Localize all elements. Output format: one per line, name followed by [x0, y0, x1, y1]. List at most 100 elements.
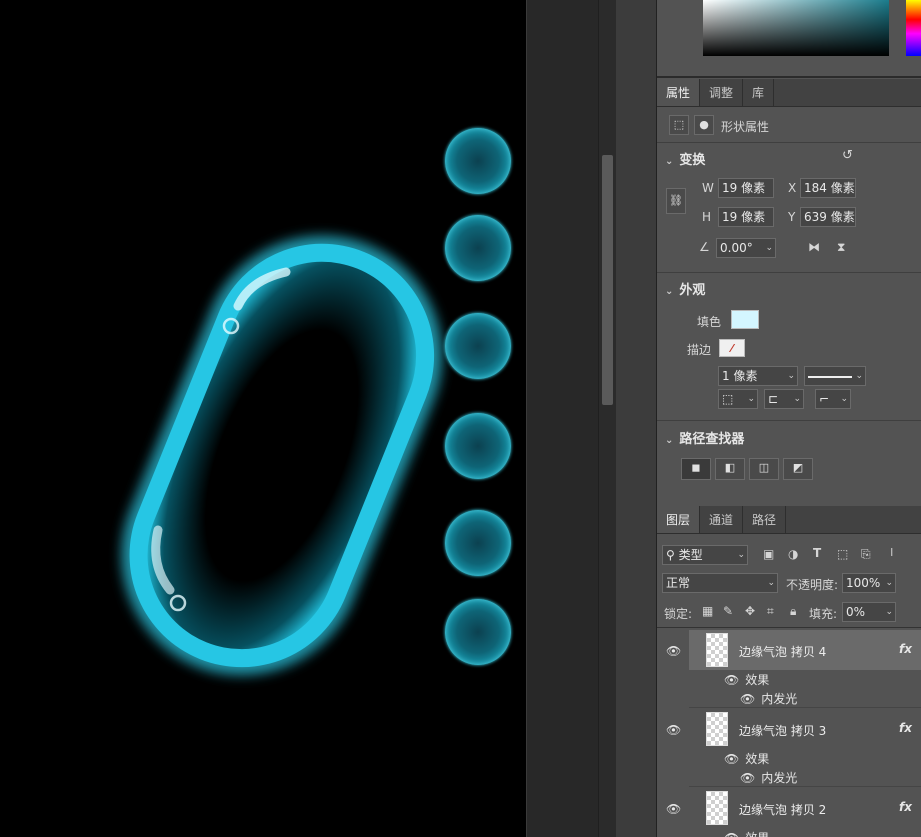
stroke-width-input[interactable]: 1 像素 ⌄: [718, 366, 798, 386]
filter-toggle-icon[interactable]: ⏽: [887, 545, 897, 560]
angle-icon: ∠: [699, 240, 710, 254]
eye-icon[interactable]: 👁︎: [724, 752, 739, 766]
appearance-title: 外观: [679, 283, 706, 298]
chevron-down-icon: ⌄: [885, 578, 893, 588]
appearance-section-header[interactable]: ⌄ 外观: [665, 279, 705, 298]
chevron-down-icon: ⌄: [855, 371, 863, 381]
effects-row[interactable]: 👁︎效果: [724, 671, 769, 688]
lock-transparent-icon[interactable]: ▦: [702, 604, 713, 618]
layer-fill-input[interactable]: 0% ⌄: [842, 602, 896, 622]
x-label: X: [788, 181, 797, 195]
layer-fill-label: 填充:: [809, 607, 838, 621]
eye-icon[interactable]: 👁︎: [724, 831, 739, 837]
flip-horizontal-icon[interactable]: ⧓: [808, 240, 820, 254]
eye-icon[interactable]: 👁︎: [724, 673, 739, 687]
y-label: Y: [788, 210, 796, 224]
layer-row[interactable]: 👁︎ 边缘气泡 拷贝 3 fx 👁︎ 效果 👁︎ 内发光: [657, 709, 921, 787]
opacity-input[interactable]: 100% ⌄: [842, 573, 896, 593]
bubble-dot-3: [445, 313, 511, 379]
chevron-down-icon: ⌄: [840, 394, 848, 404]
stroke-cap-select[interactable]: ⊏ ⌄: [764, 389, 804, 409]
pathfinder-section-header[interactable]: ⌄ 路径查找器: [665, 428, 744, 447]
angle-input[interactable]: 0.00° ⌄: [716, 238, 776, 258]
filter-pixel-icon[interactable]: ▣: [763, 547, 774, 561]
layer-row[interactable]: 👁︎ 边缘气泡 拷贝 4 fx 👁︎ 效果 👁︎ 内发光: [657, 630, 921, 708]
lock-all-icon[interactable]: 🔒︎: [790, 604, 796, 619]
layers-tab-bar: 图层 通道 路径: [657, 506, 921, 534]
layer-thumbnail: [706, 791, 728, 825]
reset-icon[interactable]: ↺: [842, 148, 853, 163]
mask-icon[interactable]: ●: [694, 115, 714, 135]
tab-paths[interactable]: 路径: [743, 506, 787, 533]
tab-channels[interactable]: 通道: [700, 506, 744, 533]
stroke-style-select[interactable]: ⌄: [804, 366, 866, 386]
bubble-dot-2: [445, 215, 511, 281]
chevron-down-icon: ⌄: [665, 286, 674, 297]
transform-bounds-icon[interactable]: ⬚: [669, 115, 689, 135]
subtract-front-icon[interactable]: ◧: [715, 458, 745, 480]
pathfinder-title: 路径查找器: [679, 432, 745, 447]
filter-shape-icon[interactable]: ⬚: [837, 547, 848, 561]
chevron-down-icon: ⌄: [737, 550, 745, 560]
eye-icon[interactable]: 👁︎: [666, 644, 681, 658]
fill-swatch[interactable]: [731, 310, 759, 329]
tab-adjustments[interactable]: 调整: [700, 79, 744, 106]
y-input[interactable]: 639 像素: [800, 207, 856, 227]
effects-row[interactable]: 👁︎效果: [724, 829, 769, 837]
shape-properties-label: 形状属性: [721, 120, 770, 134]
chevron-down-icon: ⌄: [787, 371, 795, 381]
width-input[interactable]: 19 像素: [718, 178, 774, 198]
filter-adjustment-icon[interactable]: ◑: [788, 547, 798, 561]
tab-properties[interactable]: 属性: [657, 79, 701, 106]
filter-type-icon[interactable]: T: [813, 546, 821, 560]
chevron-down-icon: ⌄: [665, 156, 674, 167]
lock-label: 锁定:: [664, 607, 693, 621]
transform-section-header[interactable]: ⌄ 变换: [665, 149, 705, 168]
fx-icon[interactable]: fx: [899, 642, 912, 656]
layer-name[interactable]: 边缘气泡 拷贝 3: [739, 722, 826, 739]
fx-icon[interactable]: fx: [899, 721, 912, 735]
blend-mode-select[interactable]: 正常 ⌄: [662, 573, 778, 593]
inner-glow-effect-row[interactable]: 👁︎ 内发光: [740, 769, 797, 786]
layer-filter-select[interactable]: ⚲ 类型 ⌄: [662, 545, 748, 565]
panel-gutter: [616, 0, 657, 837]
tab-libraries[interactable]: 库: [743, 79, 775, 106]
color-field[interactable]: [703, 0, 889, 56]
x-input[interactable]: 184 像素: [800, 178, 856, 198]
width-label: W: [702, 181, 714, 195]
layer-row[interactable]: 👁︎ 边缘气泡 拷贝 2 fx 👁︎效果: [657, 788, 921, 837]
lock-artboard-icon[interactable]: ⌗: [767, 604, 774, 619]
scrollbar-thumb[interactable]: [602, 155, 613, 405]
chevron-down-icon: ⌄: [793, 394, 801, 404]
eye-icon[interactable]: 👁︎: [740, 692, 755, 706]
document-canvas[interactable]: [0, 0, 527, 837]
capsule-bubble-artwork: [121, 235, 443, 676]
effects-row[interactable]: 👁︎效果: [724, 750, 769, 767]
layer-name[interactable]: 边缘气泡 拷贝 4: [739, 643, 826, 660]
bubble-dot-4: [445, 413, 511, 479]
lock-brush-icon[interactable]: ✎: [723, 604, 733, 618]
exclude-overlap-icon[interactable]: ◩: [783, 458, 813, 480]
hue-slider[interactable]: [906, 0, 921, 56]
fx-icon[interactable]: fx: [899, 800, 912, 814]
link-dimensions-icon[interactable]: ⛓: [666, 188, 686, 214]
eye-icon[interactable]: 👁︎: [666, 802, 681, 816]
layer-thumbnail: [706, 712, 728, 746]
height-input[interactable]: 19 像素: [718, 207, 774, 227]
eye-icon[interactable]: 👁︎: [740, 771, 755, 785]
inner-glow-effect-row[interactable]: 👁︎ 内发光: [740, 690, 797, 707]
layer-name[interactable]: 边缘气泡 拷贝 2: [739, 801, 826, 818]
stroke-swatch[interactable]: ⁄: [719, 339, 745, 357]
tab-layers[interactable]: 图层: [657, 506, 701, 533]
intersect-shapes-icon[interactable]: ◫: [749, 458, 779, 480]
lock-move-icon[interactable]: ✥: [745, 604, 755, 618]
combine-shapes-icon[interactable]: ◼: [681, 458, 711, 480]
chevron-down-icon: ⌄: [885, 607, 893, 617]
stroke-corner-select[interactable]: ⌐ ⌄: [815, 389, 851, 409]
stroke-align-select[interactable]: ⬚ ⌄: [718, 389, 758, 409]
canvas-vertical-scrollbar[interactable]: [598, 0, 616, 837]
flip-vertical-icon[interactable]: ⧗: [837, 240, 845, 255]
filter-smart-object-icon[interactable]: ⎘: [861, 547, 871, 562]
color-picker[interactable]: [657, 0, 921, 78]
eye-icon[interactable]: 👁︎: [666, 723, 681, 737]
